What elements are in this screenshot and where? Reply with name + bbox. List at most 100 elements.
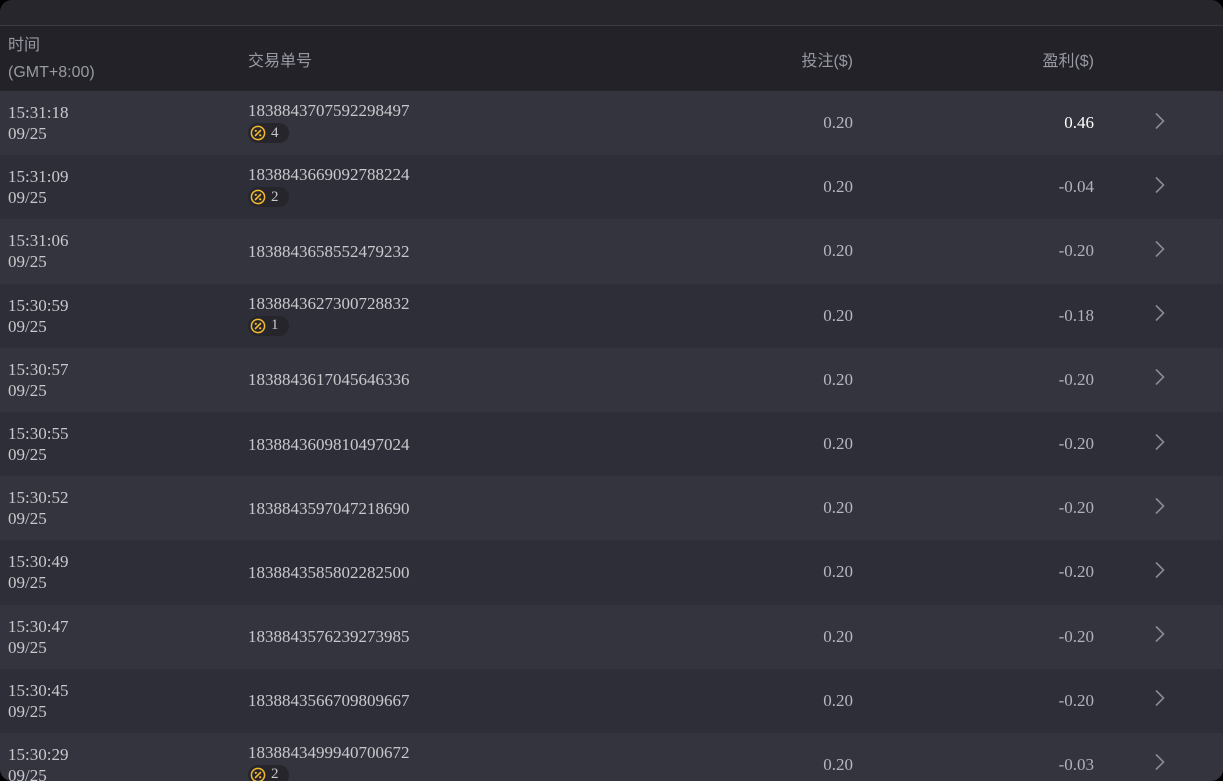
bet-amount: 0.20 xyxy=(653,241,853,261)
row-time: 15:30:59 xyxy=(8,295,248,316)
profit-amount: -0.20 xyxy=(853,691,1094,711)
row-order-number: 1838843566709809667 xyxy=(248,690,653,711)
table-row[interactable]: 15:30:55 09/25 1838843609810497024 0.20 … xyxy=(0,412,1223,476)
odds-percent-coin-icon xyxy=(250,767,266,781)
table-row[interactable]: 15:30:45 09/25 1838843566709809667 0.20 … xyxy=(0,669,1223,733)
row-order-number: 1838843499940700672 xyxy=(248,742,653,763)
row-detail-button[interactable] xyxy=(1094,173,1223,202)
chevron-right-icon xyxy=(1147,494,1171,523)
bet-count-value: 4 xyxy=(271,123,279,144)
row-order-number: 1838843617045646336 xyxy=(248,369,653,390)
time-cell: 15:30:55 09/25 xyxy=(0,423,248,465)
row-date: 09/25 xyxy=(8,123,248,144)
time-cell: 15:31:09 09/25 xyxy=(0,166,248,208)
chevron-right-icon xyxy=(1147,686,1171,715)
row-date: 09/25 xyxy=(8,701,248,722)
row-date: 09/25 xyxy=(8,444,248,465)
time-cell: 15:30:47 09/25 xyxy=(0,616,248,658)
bet-count-badge: 1 xyxy=(248,316,289,336)
time-cell: 15:30:49 09/25 xyxy=(0,551,248,593)
chevron-right-icon xyxy=(1147,622,1171,651)
table-row[interactable]: 15:30:29 09/25 1838843499940700672 2 0.2… xyxy=(0,733,1223,781)
time-cell: 15:30:52 09/25 xyxy=(0,487,248,529)
row-detail-button[interactable] xyxy=(1094,622,1223,651)
row-detail-button[interactable] xyxy=(1094,365,1223,394)
column-header-order: 交易单号 xyxy=(248,47,653,71)
order-cell: 1838843627300728832 1 xyxy=(248,293,653,339)
chevron-right-icon xyxy=(1147,301,1171,330)
table-row[interactable]: 15:31:09 09/25 1838843669092788224 2 0.2… xyxy=(0,155,1223,219)
row-detail-button[interactable] xyxy=(1094,750,1223,779)
chevron-right-icon xyxy=(1147,750,1171,779)
time-label: 时间 xyxy=(8,32,248,59)
profit-amount: -0.20 xyxy=(853,498,1094,518)
row-time: 15:30:52 xyxy=(8,487,248,508)
row-detail-button[interactable] xyxy=(1094,109,1223,138)
table-row[interactable]: 15:30:49 09/25 1838843585802282500 0.20 … xyxy=(0,540,1223,604)
chevron-right-icon xyxy=(1147,558,1171,587)
row-order-number: 1838843707592298497 xyxy=(248,100,653,121)
bet-amount: 0.20 xyxy=(653,434,853,454)
table-row[interactable]: 15:31:06 09/25 1838843658552479232 0.20 … xyxy=(0,219,1223,283)
bet-count-badge: 4 xyxy=(248,123,289,143)
row-date: 09/25 xyxy=(8,637,248,658)
bet-count-badge: 2 xyxy=(248,765,289,781)
row-time: 15:31:09 xyxy=(8,166,248,187)
chevron-right-icon xyxy=(1147,237,1171,266)
chevron-right-icon xyxy=(1147,365,1171,394)
profit-amount: -0.18 xyxy=(853,306,1094,326)
row-order-number: 1838843597047218690 xyxy=(248,498,653,519)
bet-amount: 0.20 xyxy=(653,755,853,775)
order-cell: 1838843566709809667 xyxy=(248,690,653,711)
profit-amount: 0.46 xyxy=(853,113,1094,133)
row-time: 15:30:49 xyxy=(8,551,248,572)
table-row[interactable]: 15:31:18 09/25 1838843707592298497 4 0.2… xyxy=(0,91,1223,155)
profit-amount: -0.20 xyxy=(853,434,1094,454)
order-cell: 1838843576239273985 xyxy=(248,626,653,647)
odds-percent-coin-icon xyxy=(250,125,266,141)
order-cell: 1838843585802282500 xyxy=(248,562,653,583)
table-row[interactable]: 15:30:59 09/25 1838843627300728832 1 0.2… xyxy=(0,284,1223,348)
row-detail-button[interactable] xyxy=(1094,237,1223,266)
row-date: 09/25 xyxy=(8,187,248,208)
time-cell: 15:31:18 09/25 xyxy=(0,102,248,144)
row-detail-button[interactable] xyxy=(1094,301,1223,330)
time-cell: 15:31:06 09/25 xyxy=(0,230,248,272)
profit-amount: -0.20 xyxy=(853,370,1094,390)
row-time: 15:31:06 xyxy=(8,230,248,251)
time-cell: 15:30:57 09/25 xyxy=(0,359,248,401)
profit-amount: -0.20 xyxy=(853,627,1094,647)
row-detail-button[interactable] xyxy=(1094,558,1223,587)
row-order-number: 1838843609810497024 xyxy=(248,434,653,455)
row-order-number: 1838843585802282500 xyxy=(248,562,653,583)
table-row[interactable]: 15:30:47 09/25 1838843576239273985 0.20 … xyxy=(0,605,1223,669)
chevron-right-icon xyxy=(1147,430,1171,459)
odds-percent-coin-icon xyxy=(250,318,266,334)
row-date: 09/25 xyxy=(8,251,248,272)
trade-history-panel: 时间 (GMT+8:00) 交易单号 投注($) 盈利($) 15:31:18 … xyxy=(0,0,1223,781)
bet-count-value: 2 xyxy=(271,187,279,208)
profit-amount: -0.04 xyxy=(853,177,1094,197)
column-header-time: 时间 (GMT+8:00) xyxy=(0,26,248,86)
row-order-number: 1838843576239273985 xyxy=(248,626,653,647)
order-cell: 1838843707592298497 4 xyxy=(248,100,653,146)
row-time: 15:30:45 xyxy=(8,680,248,701)
bet-amount: 0.20 xyxy=(653,113,853,133)
row-detail-button[interactable] xyxy=(1094,494,1223,523)
time-cell: 15:30:29 09/25 xyxy=(0,744,248,781)
row-detail-button[interactable] xyxy=(1094,686,1223,715)
profit-amount: -0.03 xyxy=(853,755,1094,775)
bet-amount: 0.20 xyxy=(653,691,853,711)
table-row[interactable]: 15:30:57 09/25 1838843617045646336 0.20 … xyxy=(0,348,1223,412)
row-order-number: 1838843669092788224 xyxy=(248,164,653,185)
row-date: 09/25 xyxy=(8,380,248,401)
table-body: 15:31:18 09/25 1838843707592298497 4 0.2… xyxy=(0,91,1223,781)
chevron-right-icon xyxy=(1147,109,1171,138)
row-date: 09/25 xyxy=(8,316,248,337)
order-cell: 1838843617045646336 xyxy=(248,369,653,390)
order-cell: 1838843597047218690 xyxy=(248,498,653,519)
table-row[interactable]: 15:30:52 09/25 1838843597047218690 0.20 … xyxy=(0,476,1223,540)
time-cell: 15:30:45 09/25 xyxy=(0,680,248,722)
row-time: 15:30:47 xyxy=(8,616,248,637)
row-detail-button[interactable] xyxy=(1094,430,1223,459)
